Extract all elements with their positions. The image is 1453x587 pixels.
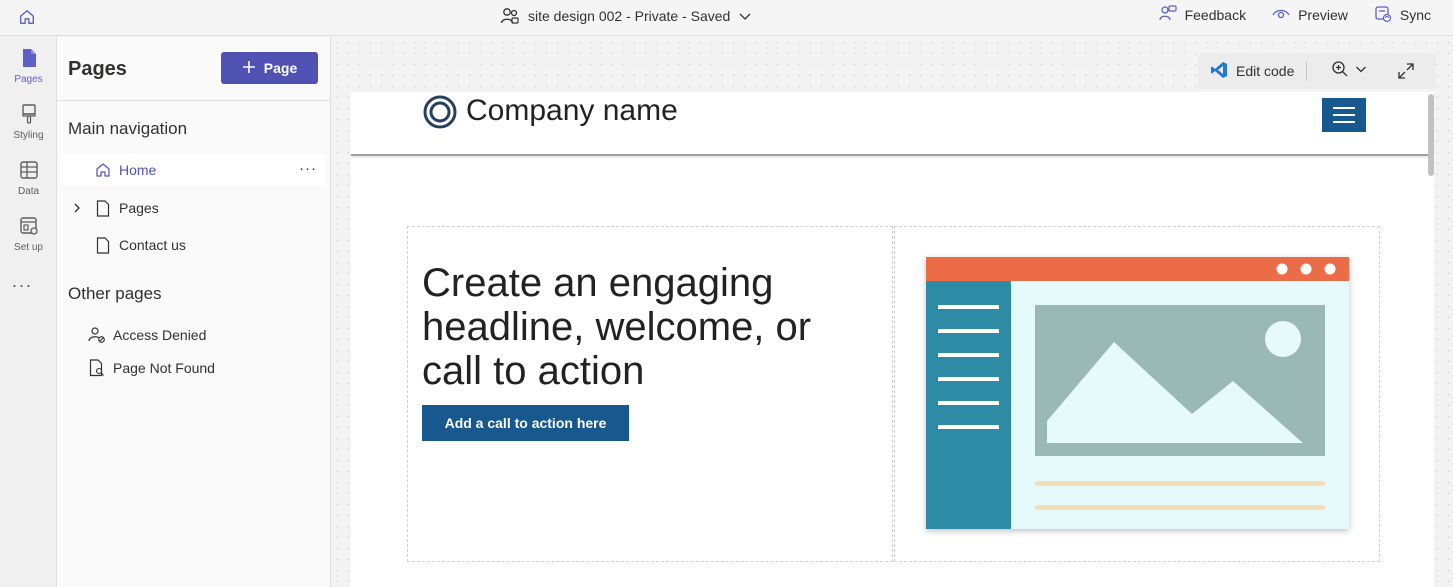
edit-code-button[interactable]: Edit code: [1198, 61, 1306, 82]
pages-panel: Pages Page Main navigation Home ··· Page…: [57, 37, 331, 587]
hero-text-column[interactable]: Create an engaging headline, welcome, or…: [407, 226, 893, 562]
page-icon: [93, 235, 113, 255]
plus-icon: [242, 60, 256, 77]
setup-icon: [19, 216, 39, 239]
fullscreen-expand-icon[interactable]: [1397, 62, 1415, 80]
rail-item-pages[interactable]: Pages: [0, 39, 57, 93]
feedback-label: Feedback: [1184, 7, 1247, 23]
rail-item-styling[interactable]: Styling: [0, 95, 57, 149]
feedback-icon: [1158, 4, 1177, 26]
add-page-label: Page: [263, 60, 298, 76]
site-title-dropdown[interactable]: site design 002 - Private - Saved: [500, 5, 752, 27]
canvas-scrollbar[interactable]: [1425, 92, 1437, 587]
zoom-dropdown[interactable]: [1317, 60, 1387, 83]
toolbar-divider: [1306, 61, 1307, 81]
nav-item-page-not-found[interactable]: Page Not Found: [87, 352, 325, 384]
menu-bar: [1333, 107, 1355, 109]
data-table-icon: [19, 160, 39, 183]
feedback-button[interactable]: Feedback: [1158, 4, 1247, 26]
vscode-icon: [1210, 61, 1228, 82]
rail-label: Styling: [13, 129, 44, 141]
chevron-down-icon: [738, 9, 752, 23]
main-navigation-heading: Main navigation: [68, 119, 188, 138]
sync-label: Sync: [1399, 7, 1431, 23]
menu-bar: [1333, 114, 1355, 116]
rail-item-setup[interactable]: Set up: [0, 207, 57, 261]
pages-icon: [20, 48, 38, 71]
sync-button[interactable]: Sync: [1374, 5, 1431, 26]
zoom-in-icon: [1331, 60, 1349, 83]
home-icon[interactable]: [14, 4, 40, 30]
rail-label: Set up: [14, 241, 43, 253]
add-page-button[interactable]: Page: [221, 52, 318, 84]
home-icon: [93, 160, 113, 180]
nav-item-pages[interactable]: Pages: [67, 192, 325, 224]
page-icon: [93, 198, 113, 218]
preview-button[interactable]: Preview: [1272, 7, 1348, 24]
hero-headline[interactable]: Create an engaging headline, welcome, or…: [422, 261, 862, 393]
styling-brush-icon: [20, 103, 38, 127]
more-options-icon[interactable]: ···: [299, 160, 317, 177]
top-bar: site design 002 - Private - Saved Feedba…: [0, 0, 1453, 36]
nav-item-home[interactable]: Home ···: [61, 154, 325, 186]
nav-item-label: Access Denied: [113, 327, 207, 343]
preview-eye-icon: [1272, 7, 1290, 24]
nav-item-label: Pages: [119, 200, 159, 216]
person-lock-icon: [87, 325, 107, 345]
hamburger-menu-button[interactable]: [1322, 98, 1366, 132]
left-rail: Pages Styling Data Set up ···: [0, 37, 57, 587]
nav-item-access-denied[interactable]: Access Denied: [87, 319, 325, 351]
preview-label: Preview: [1298, 7, 1348, 23]
page-search-icon: [87, 358, 107, 378]
sync-icon: [1374, 5, 1392, 26]
rail-label: Pages: [14, 73, 43, 85]
canvas-toolbar: Edit code: [1198, 53, 1436, 89]
scrollbar-thumb[interactable]: [1428, 94, 1434, 176]
site-title: site design 002 - Private - Saved: [528, 8, 731, 24]
nav-item-label: Home: [119, 162, 157, 178]
other-pages-heading: Other pages: [68, 284, 162, 303]
people-icon: [500, 7, 520, 25]
hero-image-column[interactable]: [894, 226, 1380, 562]
website-illustration-image[interactable]: [926, 257, 1349, 529]
nav-item-contact-us[interactable]: Contact us: [93, 229, 325, 261]
site-preview: Company name Create an engaging headline…: [351, 92, 1434, 587]
chevron-down-icon: [1355, 62, 1367, 80]
rail-label: Data: [17, 185, 40, 197]
panel-title: Pages: [68, 58, 127, 80]
company-name[interactable]: Company name: [466, 94, 678, 128]
rail-item-data[interactable]: Data: [0, 151, 57, 205]
rail-more-button[interactable]: ···: [0, 275, 44, 296]
nav-item-label: Contact us: [119, 237, 186, 253]
edit-code-label: Edit code: [1236, 63, 1295, 79]
company-logo-icon: [423, 95, 457, 129]
menu-bar: [1333, 121, 1355, 123]
design-canvas: Edit code Company name Create an engagin…: [332, 37, 1453, 587]
nav-item-label: Page Not Found: [113, 360, 215, 376]
site-header: Company name: [351, 92, 1434, 156]
panel-header: Pages Page: [57, 37, 331, 101]
chevron-right-icon[interactable]: [67, 198, 87, 218]
call-to-action-button[interactable]: Add a call to action here: [422, 405, 629, 441]
